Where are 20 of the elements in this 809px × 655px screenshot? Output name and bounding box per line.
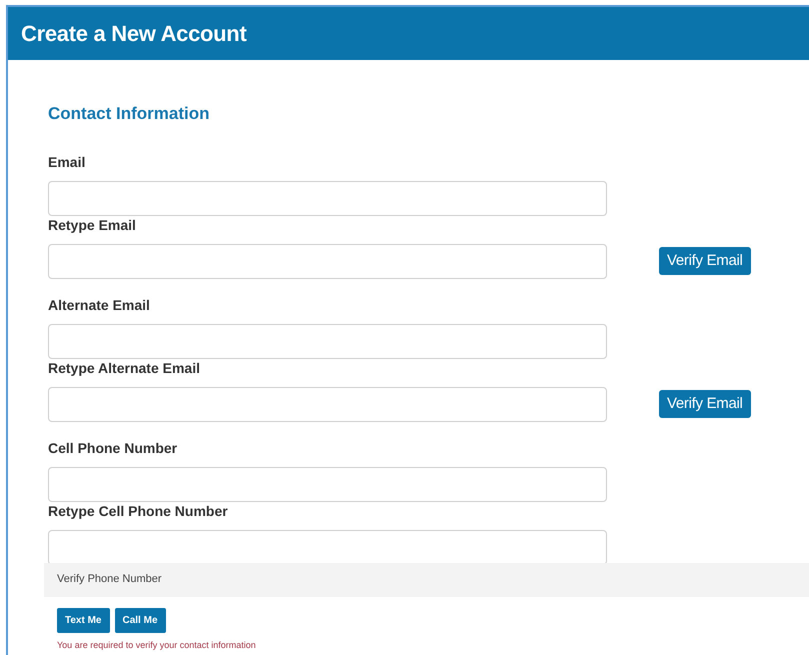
input-field[interactable] <box>48 244 607 278</box>
input-field[interactable] <box>48 324 607 358</box>
field-label: Retype Alternate Email <box>48 360 201 376</box>
field-label: Retype Email <box>48 216 137 234</box>
field-label: Cell Phone Number <box>48 440 178 456</box>
text-me-button[interactable]: Text Me <box>57 608 110 632</box>
input-field[interactable] <box>48 386 607 422</box>
verify-email-button[interactable]: Verify Email <box>659 390 751 418</box>
panel-title: Verify Phone Number <box>57 572 162 588</box>
verify-email-button[interactable]: Verify Email <box>659 247 751 275</box>
input-field[interactable] <box>48 180 607 216</box>
field-label: Email <box>48 154 86 170</box>
input-field[interactable] <box>48 466 607 502</box>
error-message: You are required to verify your contact information <box>56 638 257 652</box>
field-label: Retype Cell Phone Number <box>48 502 229 520</box>
call-me-button[interactable]: Call Me <box>114 608 166 632</box>
page-title: Create a New Account <box>21 20 246 48</box>
field-label: Alternate Email <box>48 296 151 314</box>
input-field[interactable] <box>48 530 607 564</box>
section-title: Contact Information <box>48 103 210 125</box>
